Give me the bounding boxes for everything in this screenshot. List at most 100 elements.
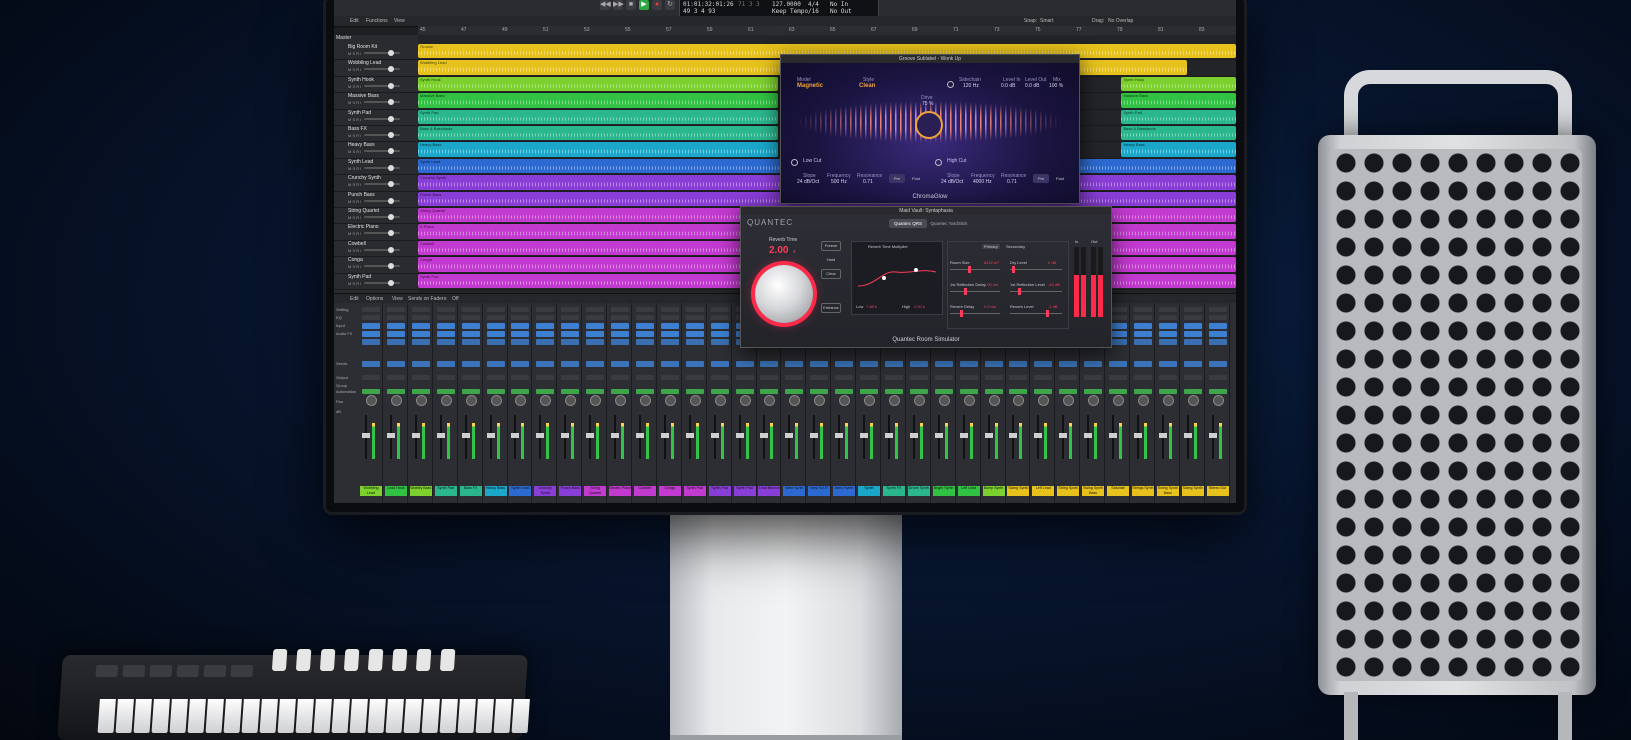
instrument-slot[interactable] xyxy=(536,323,555,329)
functions-menu[interactable]: Functions xyxy=(366,18,388,24)
output-slot[interactable] xyxy=(760,375,779,380)
output-slot[interactable] xyxy=(984,375,1003,380)
automation-mode[interactable] xyxy=(1084,389,1103,394)
output-slot[interactable] xyxy=(461,375,480,380)
audio-fx-slot[interactable] xyxy=(685,339,704,345)
automation-mode[interactable] xyxy=(511,389,530,394)
audio-fx-slot[interactable] xyxy=(386,339,405,345)
high-pre-button[interactable]: Pre xyxy=(1033,174,1049,183)
pan-knob[interactable] xyxy=(1013,395,1025,406)
cg-level-in-value[interactable]: 0.0 dB xyxy=(1001,83,1015,89)
pan-knob[interactable] xyxy=(764,395,776,406)
audio-fx-slot[interactable] xyxy=(1158,339,1177,345)
eq-slot[interactable] xyxy=(486,315,505,320)
view-menu[interactable]: View xyxy=(394,18,405,24)
send-slot[interactable] xyxy=(436,361,455,367)
channel-strip[interactable]: Crunchy Synth xyxy=(534,303,558,503)
mute-solo-buttons[interactable]: M S R I xyxy=(348,281,361,286)
automation-mode[interactable] xyxy=(835,389,854,394)
mute-solo-buttons[interactable]: M S R I xyxy=(348,199,361,204)
track-volume-slider[interactable] xyxy=(364,197,400,204)
fader-cap[interactable] xyxy=(1183,433,1192,438)
tab-quantec-yardstick[interactable]: Quantec YardStick xyxy=(929,219,969,228)
audio-fx-slot[interactable] xyxy=(611,339,629,345)
automation-mode[interactable] xyxy=(586,389,605,394)
fader-cap[interactable] xyxy=(710,433,719,438)
send-slot[interactable] xyxy=(984,361,1003,367)
pan-knob[interactable] xyxy=(615,395,626,406)
output-slot[interactable] xyxy=(860,375,878,380)
audio-region[interactable]: Bass & Basslands xyxy=(418,126,778,141)
send-slot[interactable] xyxy=(611,361,629,367)
pan-knob[interactable] xyxy=(689,395,701,406)
send-slot[interactable] xyxy=(386,361,405,367)
instrument-slot[interactable] xyxy=(685,323,704,329)
eq-slot[interactable] xyxy=(1158,315,1177,320)
eq-slot[interactable] xyxy=(1183,315,1202,320)
play-icon[interactable]: ▶ xyxy=(639,0,649,10)
cg-sidechain-value[interactable]: 120 Hz xyxy=(963,83,979,89)
eq-slot[interactable] xyxy=(710,315,729,320)
fader-cap[interactable] xyxy=(860,433,868,438)
audio-region[interactable]: Synth Pad xyxy=(1121,109,1236,124)
audio-fx-slot[interactable] xyxy=(586,339,605,345)
instrument-slot[interactable] xyxy=(486,323,505,329)
send-slot[interactable] xyxy=(1133,361,1152,367)
output-slot[interactable] xyxy=(1183,375,1202,380)
send-slot[interactable] xyxy=(1034,361,1053,367)
audio-region[interactable]: Heavy Bass xyxy=(418,142,778,157)
mute-solo-buttons[interactable]: M S R I xyxy=(348,264,361,269)
send-slot[interactable] xyxy=(909,361,928,367)
output-slot[interactable] xyxy=(934,375,953,380)
cg-low-res-value[interactable]: 0.71 xyxy=(863,179,873,185)
automation-mode[interactable] xyxy=(461,389,480,394)
instrument-slot[interactable] xyxy=(660,323,679,329)
fader-cap[interactable] xyxy=(984,433,993,438)
cg-mix-value[interactable]: 100 % xyxy=(1049,83,1063,89)
eq-slot[interactable] xyxy=(1133,315,1152,320)
reverb-delay-slider[interactable] xyxy=(950,310,1000,317)
audio-fx-slot[interactable] xyxy=(710,331,729,337)
send-slot[interactable] xyxy=(362,361,380,367)
automation-mode[interactable] xyxy=(660,389,679,394)
audio-fx-slot[interactable] xyxy=(511,339,530,345)
fader-cap[interactable] xyxy=(411,433,420,438)
pan-knob[interactable] xyxy=(1113,395,1124,406)
fader-cap[interactable] xyxy=(1059,433,1068,438)
fader-cap[interactable] xyxy=(611,433,619,438)
send-slot[interactable] xyxy=(860,361,878,367)
audio-fx-slot[interactable] xyxy=(536,339,555,345)
pan-knob[interactable] xyxy=(864,395,875,406)
send-slot[interactable] xyxy=(1109,361,1127,367)
output-slot[interactable] xyxy=(635,375,654,380)
fader-cap[interactable] xyxy=(1109,433,1117,438)
send-slot[interactable] xyxy=(760,361,779,367)
pan-knob[interactable] xyxy=(565,395,577,406)
channel-strip[interactable]: Wobbly Bass xyxy=(409,303,433,503)
channel-strip[interactable]: Conga xyxy=(658,303,682,503)
mixer-edit-menu[interactable]: Edit xyxy=(350,296,359,302)
channel-strip[interactable]: Electric Piano xyxy=(609,303,632,503)
record-icon[interactable]: ● xyxy=(652,0,662,10)
setting-slot[interactable] xyxy=(1208,307,1227,312)
fader-cap[interactable] xyxy=(884,433,893,438)
audio-fx-slot[interactable] xyxy=(362,331,380,337)
setting-slot[interactable] xyxy=(660,307,679,312)
send-slot[interactable] xyxy=(835,361,854,367)
setting-slot[interactable] xyxy=(436,307,455,312)
fader-cap[interactable] xyxy=(635,433,644,438)
drag-select[interactable]: No Overlap xyxy=(1108,18,1133,24)
track-volume-slider[interactable] xyxy=(364,50,400,56)
instrument-slot[interactable] xyxy=(1158,323,1177,329)
send-slot[interactable] xyxy=(660,361,679,367)
output-slot[interactable] xyxy=(1084,375,1103,380)
send-slot[interactable] xyxy=(536,361,555,367)
fader-cap[interactable] xyxy=(909,433,918,438)
high-cut-power-icon[interactable] xyxy=(935,159,942,166)
first-reflection-delay-slider[interactable] xyxy=(950,288,1000,295)
tab-quantec-qrs[interactable]: Quantec QRS xyxy=(889,219,927,228)
send-slot[interactable] xyxy=(1183,361,1202,367)
automation-mode[interactable] xyxy=(934,389,953,394)
mute-solo-buttons[interactable]: M S R I xyxy=(348,182,361,187)
audio-fx-slot[interactable] xyxy=(660,339,679,345)
